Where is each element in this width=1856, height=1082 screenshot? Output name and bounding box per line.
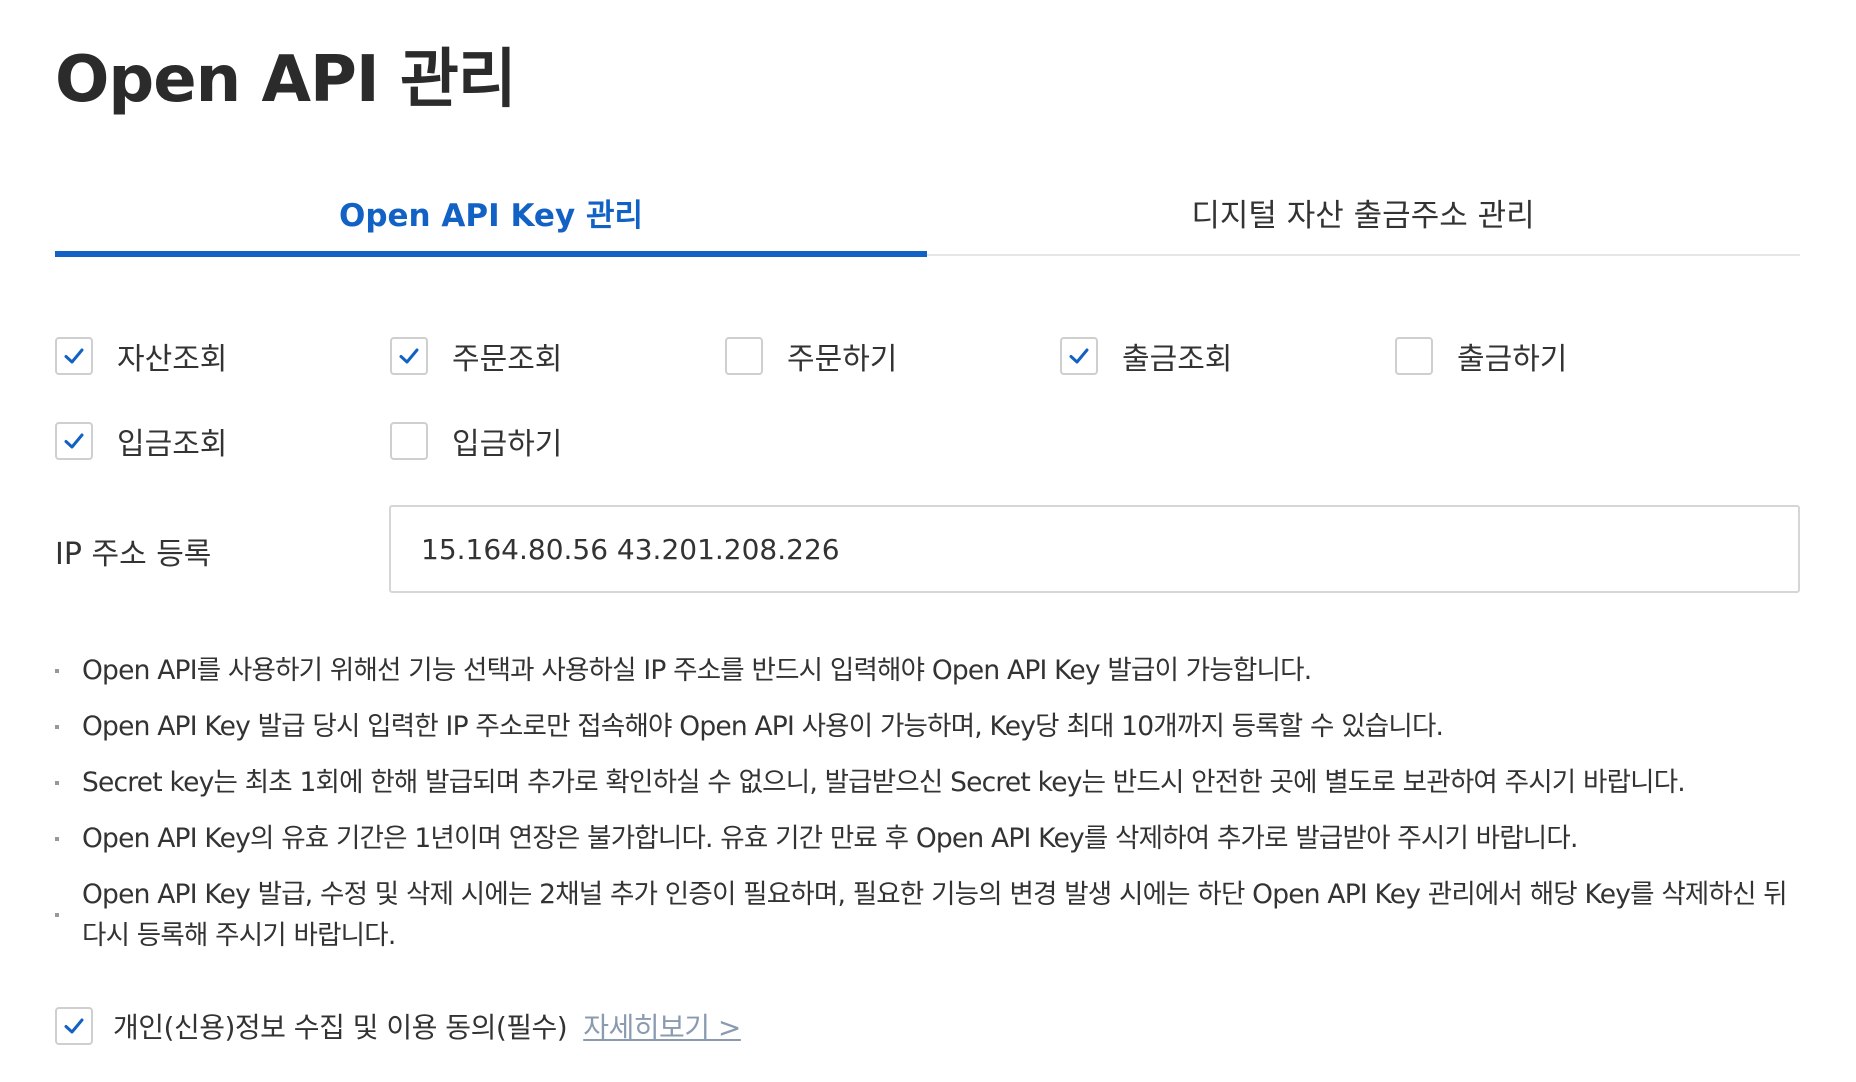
- checkmark-icon: [64, 348, 84, 364]
- ip-registration-row: IP 주소 등록: [55, 505, 1800, 593]
- permission-asset-inquiry[interactable]: 자산조회: [55, 334, 390, 378]
- notice-text: Open API Key 발급 당시 입력한 IP 주소로만 접속해야 Open…: [82, 711, 1444, 742]
- notice-item: Open API를 사용하기 위해선 기능 선택과 사용하실 IP 주소를 반드…: [55, 650, 1800, 691]
- order-inquiry-label: 주문조회: [452, 342, 563, 377]
- permission-withdraw[interactable]: 출금하기: [1395, 334, 1730, 378]
- bullet-icon: [55, 668, 59, 673]
- permission-row-1: 자산조회 주문조회 주문하기 출금조회 출금하기: [55, 334, 1730, 378]
- page-title: Open API 관리: [55, 43, 517, 117]
- checkmark-icon: [1069, 348, 1089, 364]
- withdraw-checkbox[interactable]: [1395, 337, 1433, 375]
- tab-open-api-key[interactable]: Open API Key 관리: [55, 170, 927, 257]
- permission-withdrawal-inquiry[interactable]: 출금조회: [1060, 334, 1395, 378]
- notice-text: Secret key는 최초 1회에 한해 발급되며 추가로 확인하실 수 없으…: [82, 767, 1686, 798]
- permission-row-2: 입금조회 입금하기: [55, 419, 725, 463]
- permission-deposit[interactable]: 입금하기: [390, 419, 725, 463]
- ip-address-input[interactable]: [389, 505, 1800, 593]
- privacy-consent-checkbox[interactable]: [55, 1007, 93, 1045]
- place-order-label: 주문하기: [787, 342, 898, 377]
- checkmark-icon: [399, 348, 419, 364]
- ip-registration-label: IP 주소 등록: [55, 537, 212, 572]
- order-inquiry-checkbox[interactable]: [390, 337, 428, 375]
- bullet-icon: [55, 913, 59, 917]
- bullet-icon: [55, 836, 59, 841]
- permission-place-order[interactable]: 주문하기: [725, 334, 1060, 378]
- checkmark-icon: [64, 433, 84, 449]
- bullet-icon: [55, 724, 59, 729]
- privacy-consent-row: 개인(신용)정보 수집 및 이용 동의(필수) 자세히보기 >: [55, 1006, 741, 1046]
- withdrawal-inquiry-checkbox[interactable]: [1060, 337, 1098, 375]
- withdraw-label: 출금하기: [1457, 342, 1568, 377]
- notice-item: Secret key는 최초 1회에 한해 발급되며 추가로 확인하실 수 없으…: [55, 762, 1800, 803]
- privacy-consent-label: 개인(신용)정보 수집 및 이용 동의(필수): [113, 1011, 568, 1044]
- tab-withdrawal-address[interactable]: 디지털 자산 출금주소 관리: [927, 170, 1799, 254]
- deposit-checkbox[interactable]: [390, 422, 428, 460]
- bullet-icon: [55, 780, 59, 785]
- notice-item: Open API Key 발급, 수정 및 삭제 시에는 2채널 추가 인증이 …: [55, 874, 1800, 956]
- withdrawal-inquiry-label: 출금조회: [1122, 342, 1233, 377]
- notice-list: Open API를 사용하기 위해선 기능 선택과 사용하실 IP 주소를 반드…: [55, 650, 1800, 971]
- permission-deposit-inquiry[interactable]: 입금조회: [55, 419, 390, 463]
- notice-item: Open API Key의 유효 기간은 1년이며 연장은 불가합니다. 유효 …: [55, 818, 1800, 859]
- notice-text: Open API를 사용하기 위해선 기능 선택과 사용하실 IP 주소를 반드…: [82, 655, 1312, 686]
- notice-text: Open API Key 발급, 수정 및 삭제 시에는 2채널 추가 인증이 …: [82, 879, 1788, 951]
- notice-text: Open API Key의 유효 기간은 1년이며 연장은 불가합니다. 유효 …: [82, 823, 1578, 854]
- checkmark-icon: [64, 1018, 84, 1034]
- view-details-link[interactable]: 자세히보기 >: [583, 1006, 741, 1046]
- asset-inquiry-label: 자산조회: [117, 342, 228, 377]
- tab-bar: Open API Key 관리 디지털 자산 출금주소 관리: [55, 170, 1800, 257]
- deposit-inquiry-checkbox[interactable]: [55, 422, 93, 460]
- deposit-inquiry-label: 입금조회: [117, 427, 228, 462]
- permission-order-inquiry[interactable]: 주문조회: [390, 334, 725, 378]
- notice-item: Open API Key 발급 당시 입력한 IP 주소로만 접속해야 Open…: [55, 706, 1800, 747]
- asset-inquiry-checkbox[interactable]: [55, 337, 93, 375]
- place-order-checkbox[interactable]: [725, 337, 763, 375]
- deposit-label: 입금하기: [452, 427, 563, 462]
